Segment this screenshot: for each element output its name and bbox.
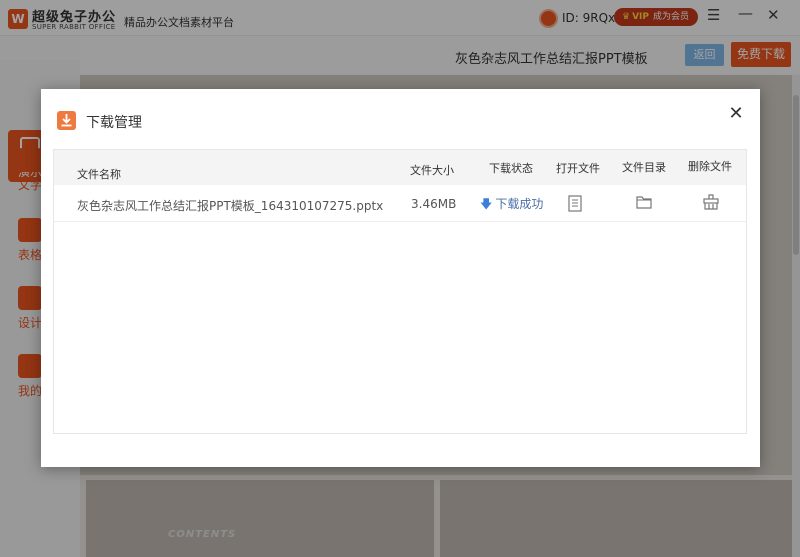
column-header-directory: 文件目录 — [622, 161, 666, 174]
table-row[interactable]: 灰色杂志风工作总结汇报PPT模板_164310107275.pptx 3.46M… — [54, 185, 746, 222]
delete-icon[interactable] — [702, 194, 720, 212]
column-header-name: 文件名称 — [77, 168, 121, 181]
folder-icon[interactable] — [636, 195, 654, 213]
download-icon — [57, 111, 76, 130]
column-header-size: 文件大小 — [410, 164, 454, 177]
download-status-text: 下载成功 — [495, 197, 544, 211]
file-size: 3.46MB — [411, 197, 457, 211]
download-table: 文件名称 文件大小 下载状态 打开文件 文件目录 删除文件 灰色杂志风工作总结汇… — [53, 149, 747, 434]
download-manager-dialog: 下载管理 ✕ 文件名称 文件大小 下载状态 打开文件 文件目录 删除文件 灰色杂… — [41, 89, 760, 467]
file-name: 灰色杂志风工作总结汇报PPT模板_164310107275.pptx — [77, 199, 384, 213]
column-header-delete: 删除文件 — [688, 160, 732, 173]
column-header-status: 下载状态 — [489, 162, 533, 175]
table-header: 文件名称 文件大小 下载状态 打开文件 文件目录 删除文件 — [54, 150, 746, 185]
column-header-open: 打开文件 — [556, 162, 600, 175]
arrow-down-icon: 🡇 — [480, 197, 493, 211]
open-file-icon[interactable] — [568, 195, 586, 213]
dialog-title: 下载管理 — [86, 115, 142, 131]
close-icon[interactable]: ✕ — [725, 103, 747, 125]
download-status: 🡇 下载成功 — [480, 195, 543, 216]
